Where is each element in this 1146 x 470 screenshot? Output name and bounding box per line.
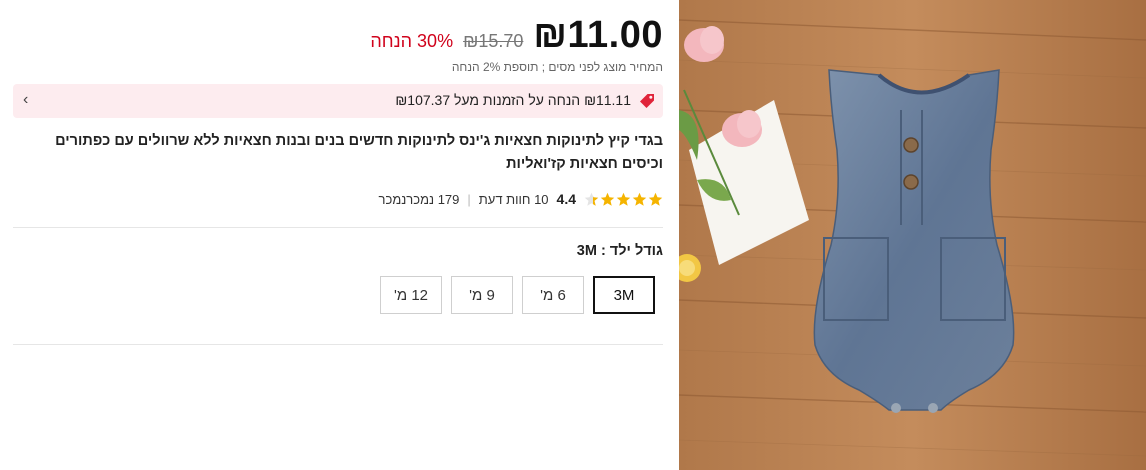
- size-option-12m[interactable]: 12 מ': [380, 276, 442, 314]
- size-option-9m[interactable]: 9 מ': [451, 276, 513, 314]
- star-full-icon: [616, 192, 631, 206]
- divider: [13, 344, 663, 345]
- rating-score: 4.4: [556, 191, 576, 207]
- star-partial-icon: [584, 192, 599, 206]
- rating-stars: [584, 192, 663, 207]
- tax-note: המחיר מוצג לפני מסים ; תוספת 2% הנחה: [451, 60, 663, 74]
- price-row: ₪11.00 ₪15.70 30% הנחה: [370, 14, 663, 57]
- separator: |: [467, 191, 471, 207]
- original-price: ₪15.70: [463, 31, 524, 51]
- product-image[interactable]: [679, 0, 1146, 470]
- promo-text: ₪11.11 הנחה על הזמנות מעל ₪107.37: [395, 92, 631, 108]
- star-full-icon: [600, 192, 615, 206]
- sold-count: 179 נמכרנמכר: [378, 191, 460, 207]
- divider: [13, 227, 663, 228]
- star-full-icon: [648, 192, 663, 206]
- size-option-3m[interactable]: 3M: [593, 276, 655, 314]
- product-photo: [679, 0, 1146, 470]
- promo-banner[interactable]: ₪11.11 הנחה על הזמנות מעל ₪107.37 ›: [13, 84, 663, 118]
- product-info-panel: ₪11.00 ₪15.70 30% הנחה המחיר מוצג לפני מ…: [13, 0, 663, 470]
- coupon-tag-icon: [640, 94, 654, 108]
- size-label: גודל ילד : 3M: [576, 243, 663, 259]
- size-option-6m[interactable]: 6 מ': [522, 276, 584, 314]
- chevron-right-icon: ›: [23, 91, 29, 108]
- rating-row[interactable]: 4.4 10 חוות דעת | 179 נמכרנמכר: [379, 191, 663, 207]
- product-title: בגדי קיץ לתינוקות חצאיות ג'ינס לתינוקות …: [55, 133, 663, 172]
- star-full-icon: [632, 192, 647, 206]
- size-options: 3M 6 מ' 9 מ' 12 מ': [380, 276, 655, 314]
- review-count[interactable]: 10 חוות דעת: [479, 192, 549, 207]
- current-price: ₪11.00: [533, 14, 663, 56]
- discount-label: 30% הנחה: [370, 31, 454, 51]
